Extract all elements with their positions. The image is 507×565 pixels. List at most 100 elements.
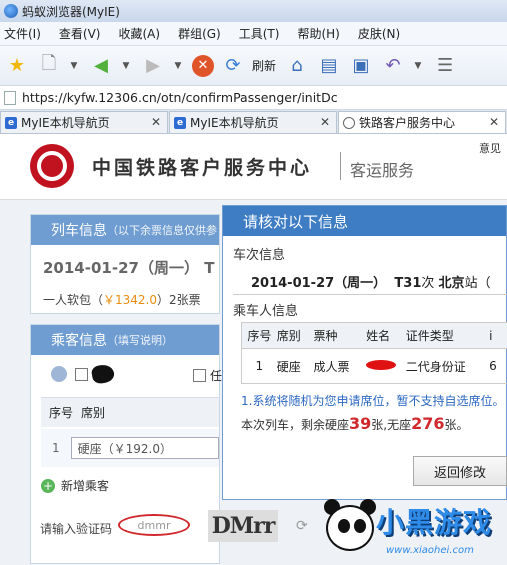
row-name-redacted — [366, 359, 406, 373]
close-tab-icon[interactable]: ✕ — [320, 115, 330, 129]
row-ticket-type: 成人票 — [313, 359, 350, 374]
confirm-dialog: 请核对以下信息 车次信息 2014-01-27（周一） T31次 北京站（ 乘车… — [222, 205, 507, 500]
list-icon[interactable]: ☰ — [432, 53, 458, 79]
new-page-icon[interactable]: 🗋 — [36, 53, 62, 79]
tab-railway[interactable]: 铁路客户服务中心 ✕ — [338, 111, 506, 133]
tab-label: 铁路客户服务中心 — [359, 116, 456, 130]
passenger-table-header: 序号 席别 — [41, 397, 219, 427]
captcha-label: 请输入验证码 — [40, 522, 113, 536]
seat-assignment-note: 1.系统将随机为您申请席位，暂不支持自选席位。 — [241, 394, 505, 408]
row-seat: 硬座 — [276, 359, 301, 374]
train-info-title: 列车信息 — [51, 223, 107, 239]
captcha-image[interactable]: DMrr — [208, 510, 278, 542]
table-header-row: 序号 席别 票种 姓名 证件类型 i — [242, 323, 507, 349]
train-info-header: 列车信息 （以下余票信息仅供参 — [31, 215, 219, 245]
header-divider — [340, 152, 341, 180]
col-id-type: 证件类型 — [405, 329, 454, 343]
site-title: 中国铁路客户服务中心 — [92, 157, 313, 179]
table-row: 1 硬座 成人票 二代身份证 6 — [242, 349, 507, 383]
add-passenger-label: 新增乘客 — [61, 479, 110, 493]
col-seat: 席别 — [81, 406, 106, 420]
col-name: 姓名 — [366, 329, 391, 343]
myie-tab-icon: e — [174, 116, 186, 129]
back-arrow-icon[interactable]: ◀ — [88, 53, 114, 79]
railway-logo-icon — [30, 144, 74, 188]
seat-select[interactable]: 硬座（￥192.0） — [70, 437, 219, 459]
window-title: 蚂蚁浏览器(MyIE) — [22, 4, 120, 19]
watermark-url: www.xiaohei.com — [386, 545, 474, 556]
menu-groups[interactable]: 群组(G) — [178, 25, 221, 42]
tab-label: MyIE本机导航页 — [190, 116, 279, 130]
passenger-confirm-table: 序号 席别 票种 姓名 证件类型 i 1 硬座 成人票 二代身份证 6 — [241, 322, 507, 384]
menu-tools[interactable]: 工具(T) — [239, 25, 280, 42]
undo-close-icon[interactable]: ↶ — [380, 53, 406, 79]
fill-instructions-link[interactable]: （填写说明） — [107, 332, 173, 348]
plus-icon: + — [41, 478, 55, 493]
tab-myie-1[interactable]: e MyIE本机导航页 ✕ — [0, 111, 168, 133]
address-bar[interactable]: https://kyfw.12306.cn/otn/confirmPasseng… — [0, 86, 507, 110]
site-header: 中国铁路客户服务中心 客运服务 意见 — [0, 134, 507, 200]
passenger-title: 乘客信息 — [51, 333, 107, 349]
passenger-header: 乘客信息 （填写说明） — [31, 325, 219, 355]
dialog-title: 请核对以下信息 — [223, 206, 506, 236]
table-row: 1 硬座（￥192.0） — [41, 429, 219, 467]
redacted-name — [90, 363, 116, 385]
tab-myie-2[interactable]: e MyIE本机导航页 ✕ — [169, 111, 337, 133]
close-tab-icon[interactable]: ✕ — [151, 115, 161, 129]
col-number: 序号 — [247, 329, 272, 343]
feedback-link[interactable]: 意见 — [479, 140, 501, 156]
document-icon[interactable]: ▤ — [316, 53, 342, 79]
ren-label: 任 — [210, 369, 223, 383]
ren-checkbox-row: 任 — [193, 367, 222, 384]
window-icon[interactable]: ▣ — [348, 53, 374, 79]
tab-strip: e MyIE本机导航页 ✕ e MyIE本机导航页 ✕ 铁路客户服务中心 ✕ — [0, 110, 507, 134]
home-icon[interactable]: ⌂ — [284, 53, 310, 79]
captcha-refresh-icon[interactable]: ⟳ — [296, 518, 308, 534]
window-titlebar: 蚂蚁浏览器(MyIE) — [0, 0, 507, 22]
user-icon — [51, 366, 67, 382]
myie-tab-icon: e — [5, 116, 17, 129]
page-icon — [4, 90, 16, 105]
menu-bar: 文件(I) 查看(V) 收藏(A) 群组(G) 工具(T) 帮助(H) 皮肤(N… — [0, 22, 507, 46]
remaining-tickets-note: 本次列车，剩余硬座39张,无座276张。 — [241, 414, 469, 433]
col-ticket-type: 票种 — [313, 329, 338, 343]
passenger-select-row — [51, 363, 116, 385]
refresh-label[interactable]: 刷新 — [252, 57, 276, 74]
row-id-type: 二代身份证 — [405, 359, 466, 374]
forward-arrow-icon[interactable]: ▶ — [140, 53, 166, 79]
back-modify-button[interactable]: 返回修改 — [413, 456, 507, 486]
menu-file[interactable]: 文件(I) — [4, 25, 41, 42]
menu-view[interactable]: 查看(V) — [59, 25, 101, 42]
toolbar: ★ 🗋 ▼ ◀ ▼ ▶ ▼ ✕ ⟳ 刷新 ⌂ ▤ ▣ ↶ ▼ ☰ — [0, 46, 507, 86]
favorites-star-icon[interactable]: ★ — [4, 53, 30, 79]
seat-availability: 一人软包（￥1342.0）2张票 — [43, 293, 201, 307]
undo-dropdown-icon[interactable]: ▼ — [412, 53, 424, 79]
forward-dropdown-icon[interactable]: ▼ — [172, 53, 184, 79]
browser-logo-icon — [4, 4, 18, 18]
passenger-section-title: 乘车人信息 — [233, 304, 299, 319]
row-number: 1 — [255, 359, 264, 373]
menu-help[interactable]: 帮助(H) — [297, 25, 339, 42]
row-extra: 6 — [489, 359, 497, 373]
new-dropdown-icon[interactable]: ▼ — [68, 53, 80, 79]
close-tab-icon[interactable]: ✕ — [489, 115, 499, 129]
col-seat: 席别 — [276, 329, 301, 343]
watermark-logo: 小黑游戏 www.xiaohei.com — [318, 495, 507, 565]
refresh-icon[interactable]: ⟳ — [220, 53, 246, 79]
menu-favorites[interactable]: 收藏(A) — [118, 25, 160, 42]
passenger-checkbox[interactable] — [75, 367, 88, 381]
menu-skin[interactable]: 皮肤(N) — [358, 25, 400, 42]
ren-checkbox[interactable] — [193, 369, 206, 382]
add-passenger-button[interactable]: + 新增乘客 — [41, 477, 109, 494]
stop-icon[interactable]: ✕ — [192, 54, 214, 77]
back-dropdown-icon[interactable]: ▼ — [120, 53, 132, 79]
watermark-text: 小黑游戏 — [376, 506, 493, 539]
site-subtitle: 客运服务 — [350, 161, 415, 180]
url-text[interactable]: https://kyfw.12306.cn/otn/confirmPasseng… — [22, 90, 338, 105]
row-number: 1 — [52, 441, 60, 455]
train-section-title: 车次信息 — [233, 248, 286, 263]
panda-icon — [318, 495, 378, 565]
train-detail: 2014-01-27（周一） T31次 北京站（ — [251, 276, 491, 291]
train-date: 2014-01-27（周一） T — [43, 259, 215, 277]
captcha-input[interactable]: dmmr — [118, 514, 190, 536]
